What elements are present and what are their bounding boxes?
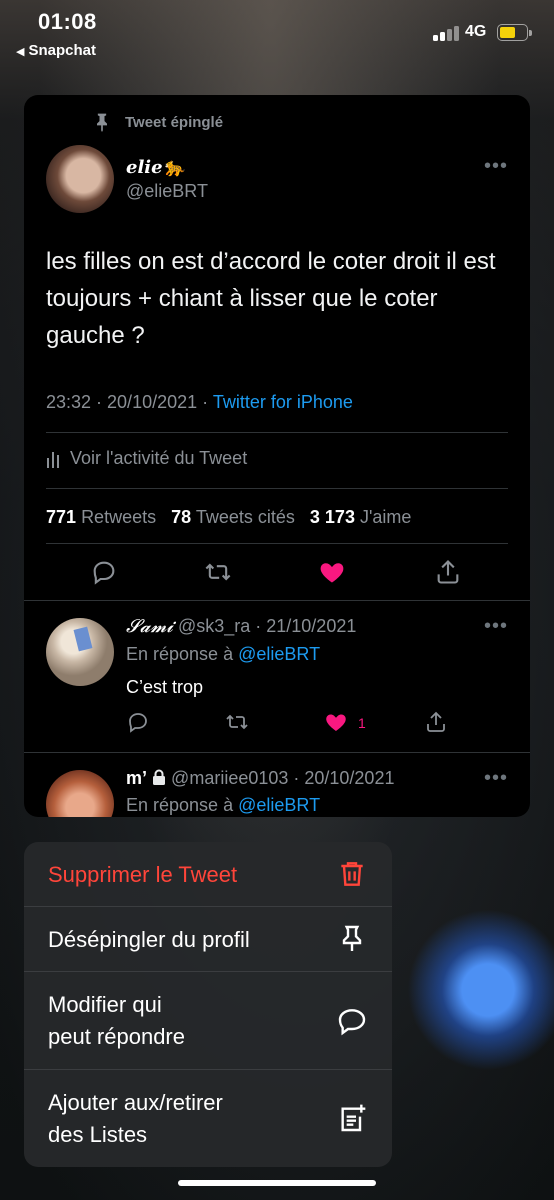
- tweet-stats: 771 Retweets 78 Tweets cités 3 173 J'aim…: [46, 507, 411, 528]
- home-indicator[interactable]: [178, 1180, 376, 1186]
- in-reply-to: En réponse à @elieBRT: [126, 644, 320, 665]
- in-reply-to: En réponse à @elieBRT: [126, 795, 320, 816]
- back-triangle-icon: ◀: [16, 46, 25, 58]
- menu-item-label-line2: peut répondre: [48, 1024, 185, 1049]
- likes-label[interactable]: J'aime: [360, 507, 411, 527]
- share-icon[interactable]: [424, 710, 448, 734]
- tweet-text: les filles on est d’accord le coter droi…: [46, 248, 496, 349]
- menu-item-delete-tweet[interactable]: Supprimer le Tweet: [24, 842, 392, 907]
- view-activity-link[interactable]: Voir l'activité du Tweet: [46, 448, 247, 469]
- tweet-timestamp: 23:32 · 20/10/2021 ·: [46, 392, 213, 412]
- analytics-icon: [47, 451, 59, 468]
- back-app-label: Snapchat: [28, 42, 96, 59]
- reply-like-count: 1: [358, 715, 366, 731]
- reply-handle-date[interactable]: @sk3_ra · 21/10/2021: [178, 616, 356, 636]
- divider: [46, 488, 508, 489]
- pinned-label: Tweet épinglé: [125, 114, 224, 131]
- menu-item-label-line2: des Listes: [48, 1122, 148, 1147]
- menu-item-label-line1: Modifier qui: [48, 992, 162, 1017]
- status-bar: 01:08 ◀ Snapchat 4G: [0, 0, 554, 64]
- share-icon[interactable]: [434, 558, 462, 586]
- view-activity-label: Voir l'activité du Tweet: [70, 448, 248, 468]
- reply-header: 𝓢𝓪𝓶𝓲 @sk3_ra · 21/10/2021: [126, 616, 356, 637]
- reply-avatar[interactable]: [46, 618, 114, 686]
- speech-bubble-icon: [338, 1009, 366, 1036]
- signal-icon: [433, 26, 459, 41]
- tweet-source-link[interactable]: Twitter for iPhone: [213, 392, 353, 412]
- quotes-label[interactable]: Tweets cités: [196, 507, 295, 527]
- back-to-app-link[interactable]: ◀ Snapchat: [16, 42, 96, 59]
- author-avatar[interactable]: [46, 145, 114, 213]
- likes-count[interactable]: 3 173: [310, 507, 355, 527]
- divider: [46, 432, 508, 433]
- retweets-label[interactable]: Retweets: [81, 507, 156, 527]
- reply-icon[interactable]: [90, 558, 118, 586]
- more-options-icon[interactable]: •••: [484, 155, 508, 178]
- divider: [24, 752, 530, 753]
- reply-icon[interactable]: [126, 710, 150, 734]
- pin-icon: [97, 113, 107, 132]
- retweets-count[interactable]: 771: [46, 507, 76, 527]
- reply-more-options-icon[interactable]: •••: [484, 767, 508, 790]
- menu-item-label-line1: Ajouter aux/retirer: [48, 1090, 223, 1115]
- reply-more-options-icon[interactable]: •••: [484, 615, 508, 638]
- reply-handle-date[interactable]: @mariiee0103 · 20/10/2021: [171, 768, 394, 788]
- menu-item-label: Désépingler du profil: [48, 927, 250, 952]
- in-reply-prefix: En réponse à: [126, 795, 234, 815]
- divider: [46, 543, 508, 544]
- status-time: 01:08: [38, 9, 97, 34]
- in-reply-prefix: En réponse à: [126, 644, 234, 664]
- menu-item-label: Supprimer le Tweet: [48, 862, 238, 887]
- unpin-icon: [342, 925, 362, 951]
- network-type: 4G: [465, 23, 487, 40]
- in-reply-to-link[interactable]: @elieBRT: [238, 795, 320, 815]
- in-reply-to-link[interactable]: @elieBRT: [238, 644, 320, 664]
- retweet-icon[interactable]: [204, 558, 232, 586]
- retweet-icon[interactable]: [225, 710, 249, 734]
- tweet-card: Tweet épinglé elie🐆 @elieBRT ••• les fil…: [24, 95, 530, 817]
- trash-icon: [341, 862, 363, 886]
- reply-author-name[interactable]: m’: [126, 768, 147, 788]
- add-to-list-icon: [341, 1104, 366, 1132]
- like-icon[interactable]: [324, 710, 348, 734]
- reply-author-name[interactable]: 𝓢𝓪𝓶𝓲: [126, 616, 173, 637]
- like-icon[interactable]: [318, 558, 346, 586]
- context-menu: Supprimer le Tweet Désépingler du profil…: [24, 842, 392, 1167]
- menu-item-unpin[interactable]: Désépingler du profil: [24, 907, 392, 972]
- reply-text: C’est trop: [126, 677, 204, 697]
- menu-item-who-can-reply[interactable]: Modifier qui peut répondre: [24, 972, 392, 1070]
- author-handle[interactable]: @elieBRT: [126, 181, 208, 202]
- tweet-meta: 23:32 · 20/10/2021 · Twitter for iPhone: [46, 392, 353, 413]
- menu-item-add-remove-lists[interactable]: Ajouter aux/retirer des Listes: [24, 1070, 392, 1167]
- divider: [24, 600, 530, 601]
- author-name[interactable]: elie🐆: [126, 157, 185, 178]
- reply-header: m’ @mariiee0103 · 20/10/2021: [126, 768, 394, 789]
- battery-icon: [497, 24, 532, 41]
- protected-lock-icon: [153, 769, 166, 785]
- quotes-count[interactable]: 78: [171, 507, 191, 527]
- reply-avatar[interactable]: [46, 770, 114, 817]
